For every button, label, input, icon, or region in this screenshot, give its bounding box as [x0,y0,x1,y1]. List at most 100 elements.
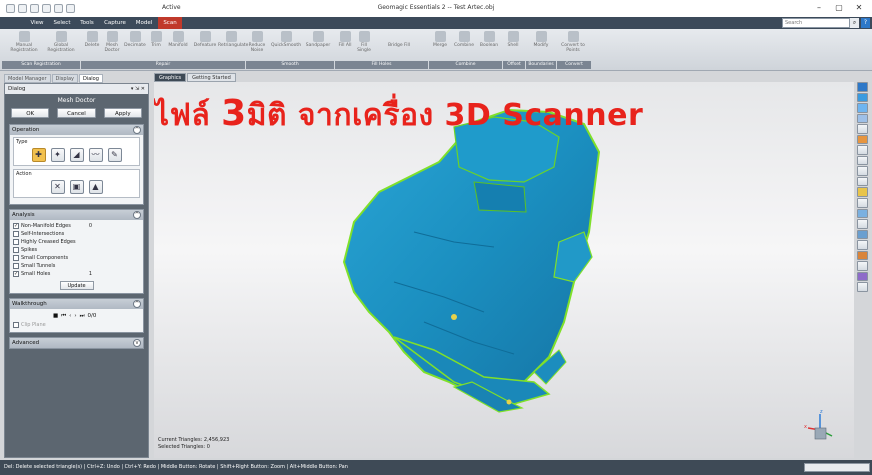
tab-graphics[interactable]: Graphics [154,73,187,82]
checkbox[interactable] [13,263,19,269]
panel-controls[interactable]: ▾ ⇲ ✕ [131,84,145,94]
analysis-header[interactable]: Analysis ^ [10,210,143,220]
tab-view[interactable]: View [26,17,48,29]
fill-icon[interactable]: ▲ [88,180,103,194]
global-registration-button[interactable]: Global Registration [43,31,79,59]
trim-button[interactable]: Trim [148,31,164,59]
check-non-manifold-edges[interactable]: ✓ Non-Manifold Edges 0 [13,222,140,230]
check-small-tunnels[interactable]: Small Tunnels [13,262,140,270]
graphics-viewport[interactable]: ไฟล์ 3มิติ จากเครื่อง 3D Scanner Current… [154,82,854,458]
quicksmooth-button[interactable]: QuickSmooth [269,31,303,59]
tab-select[interactable]: Select [50,17,74,29]
settings-icon[interactable] [857,282,868,292]
tab-tools[interactable]: Tools [76,17,98,29]
help-button[interactable]: ? [861,18,870,28]
wireframe-icon[interactable] [857,155,868,166]
checkbox[interactable] [13,247,19,253]
normals-icon[interactable] [857,176,868,187]
collapse-icon[interactable]: ^ [133,211,141,219]
search-input[interactable]: Search [782,18,850,28]
reduce-noise-button[interactable]: Reduce Noise [246,31,268,59]
ok-button[interactable]: OK [11,108,50,118]
perspective-icon[interactable] [857,208,868,219]
search-icon[interactable]: ⌕ [850,18,859,28]
checkbox[interactable] [13,322,19,328]
cancel-button[interactable]: Cancel [57,108,96,118]
pan-icon[interactable] [857,229,868,240]
check-clip-plane[interactable]: Clip Plane [13,321,140,329]
advanced-header[interactable]: Advanced v [10,338,143,348]
tab-scan[interactable]: Scan [158,17,182,29]
stop-icon[interactable]: ■ [53,313,58,319]
section-icon[interactable] [857,198,868,208]
view-iso-icon[interactable] [857,124,868,134]
view-fit-icon[interactable] [857,82,868,92]
smooth-icon[interactable]: 〰 [88,148,103,162]
checkbox[interactable]: ✓ [13,271,19,277]
previous-icon[interactable]: ‹ [69,313,71,319]
tab-getting-started[interactable]: Getting Started [187,73,236,82]
tab-capture[interactable]: Capture [100,17,130,29]
sandpaper-button[interactable]: Sandpaper [304,31,332,59]
auto-repair-icon[interactable]: ✚ [31,148,46,162]
update-button[interactable]: Update [59,281,94,290]
walkthrough-header[interactable]: Walkthrough ^ [10,299,143,309]
points-icon[interactable] [857,166,868,176]
tab-dialog[interactable]: Dialog [78,74,103,83]
check-small-holes[interactable]: ✓ Small Holes 1 [13,270,140,278]
delete-icon[interactable]: ✕ [50,180,65,194]
texture-icon[interactable] [857,271,868,282]
retriangulate-button[interactable]: Retriangulate [218,31,248,59]
close-button[interactable]: ✕ [850,2,868,14]
operation-header[interactable]: Operation ^ [10,125,143,135]
defeature-button[interactable]: Defeature [192,31,218,59]
zoom-icon[interactable] [857,219,868,229]
last-icon[interactable]: ⏭ [80,313,85,320]
decimate-button[interactable]: Decimate [123,31,147,59]
manifold-button[interactable]: Manifold [165,31,191,59]
apply-button[interactable]: Apply [103,108,142,118]
check-self-intersections[interactable]: Self-Intersections [13,230,140,238]
checkbox[interactable] [13,255,19,261]
rotate-icon[interactable] [857,240,868,250]
first-icon[interactable]: ⏮ [61,313,66,320]
bridge-fill-button[interactable]: Bridge Fill [374,43,424,53]
shading-icon[interactable] [857,145,868,155]
tab-model-manager[interactable]: Model Manager [4,74,51,83]
shell-button[interactable]: Shell [503,31,523,59]
checkbox[interactable]: ✓ [13,223,19,229]
defeature-icon[interactable]: ✎ [107,148,122,162]
repair-icon[interactable]: ▣ [69,180,84,194]
check-highly-creased-edges[interactable]: Highly Creased Edges [13,238,140,246]
manual-registration-button[interactable]: Manual Registration [6,31,42,59]
tab-display[interactable]: Display [51,74,78,83]
check-spikes[interactable]: Spikes [13,246,140,254]
merge-button[interactable]: Merge [430,31,450,59]
boolean-button[interactable]: Boolean [478,31,500,59]
check-small-components[interactable]: Small Components [13,254,140,262]
view-side-icon[interactable] [857,113,868,124]
mesh-doctor-button[interactable]: Mesh Doctor [102,31,122,59]
expand-icon[interactable]: v [133,339,141,347]
modify-button[interactable]: Modify [527,31,555,59]
minimize-button[interactable]: – [810,2,828,14]
combine-button[interactable]: Combine [451,31,477,59]
view-top-icon[interactable] [857,103,868,113]
lighting-icon[interactable] [857,187,868,198]
fill-all-button[interactable]: Fill All [336,31,354,59]
collapse-icon[interactable]: ^ [133,126,141,134]
collapse-icon[interactable]: ^ [133,300,141,308]
delete-button[interactable]: Delete [82,31,102,59]
background-icon[interactable] [857,261,868,271]
view-front-icon[interactable] [857,92,868,103]
render-mode-icon[interactable] [857,134,868,145]
fill-holes-icon[interactable]: ◢ [69,148,84,162]
next-icon[interactable]: › [74,313,76,319]
checkbox[interactable] [13,231,19,237]
color-icon[interactable] [857,250,868,261]
fill-single-button[interactable]: Fill Single [355,31,373,59]
remove-spikes-icon[interactable]: ✦ [50,148,65,162]
maximize-button[interactable]: ▢ [830,2,848,14]
convert-to-points-button[interactable]: Convert to Points [556,31,590,59]
tab-model[interactable]: Model [132,17,156,29]
